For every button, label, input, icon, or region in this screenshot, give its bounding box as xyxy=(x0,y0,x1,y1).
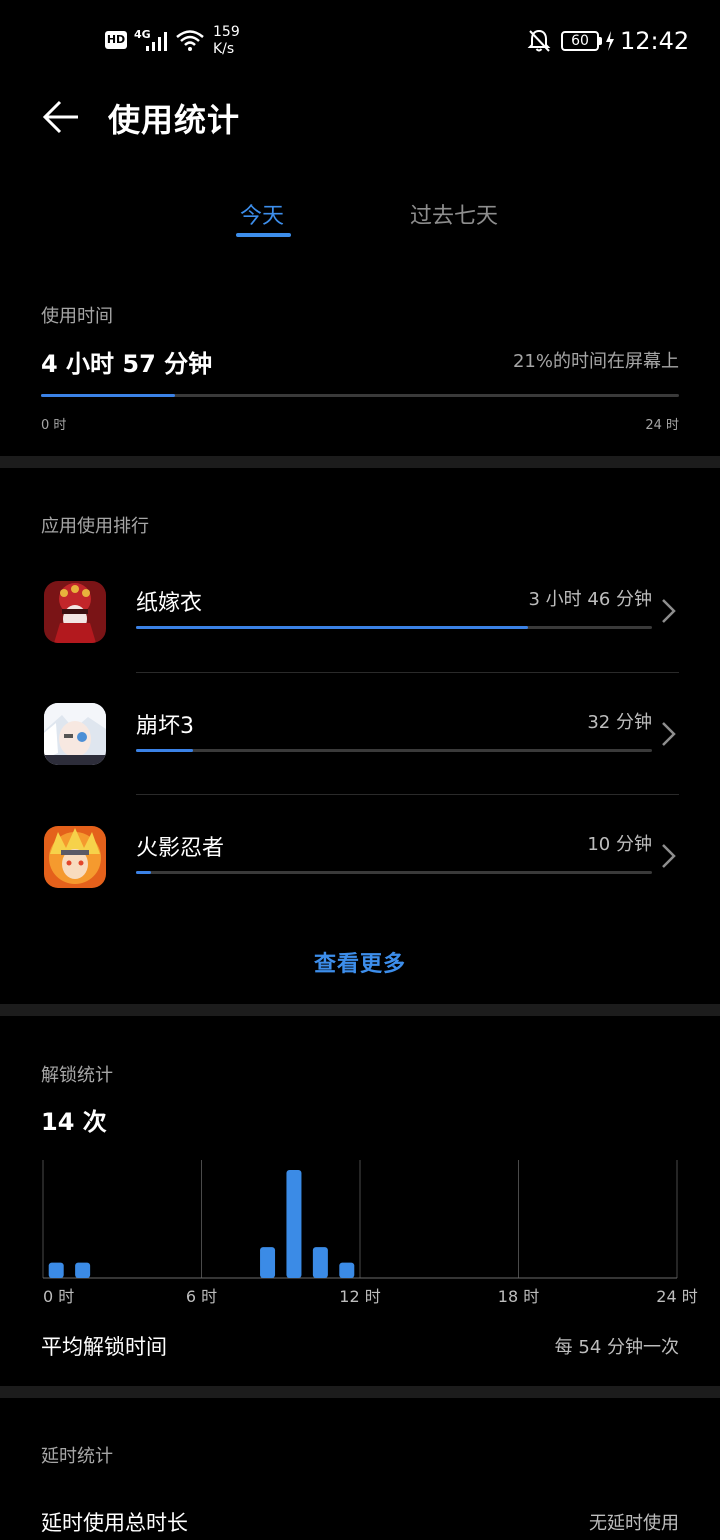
delay-total-label: 延时使用总时长 xyxy=(41,1511,188,1535)
app-progress-fill xyxy=(136,871,152,874)
app-progress-fill xyxy=(136,626,529,629)
app-progress-track xyxy=(136,626,652,629)
app-name: 纸嫁衣 xyxy=(136,591,203,616)
app-progress-track xyxy=(136,871,652,874)
app-row[interactable]: 纸嫁衣 3 小时 46 分钟 xyxy=(0,560,720,673)
chart-x-tick-label: 18 时 xyxy=(498,1287,539,1306)
app-usage-time: 32 分钟 xyxy=(587,712,652,733)
row-divider xyxy=(136,794,679,795)
chart-bar xyxy=(75,1262,91,1278)
unlock-count: 14 次 xyxy=(41,1108,107,1136)
usage-axis-start: 0 时 xyxy=(41,418,67,433)
back-arrow-icon[interactable] xyxy=(40,96,82,138)
status-bar: HD 4G 159 K/s 60 12:42 xyxy=(0,0,720,80)
unlock-section-label: 解锁统计 xyxy=(41,1065,113,1086)
usage-progress-fill xyxy=(41,394,175,397)
wifi-icon xyxy=(176,30,204,51)
usage-progress-track xyxy=(41,394,679,397)
chevron-right-icon xyxy=(662,844,676,868)
chart-bar xyxy=(312,1247,328,1278)
ranking-section-label: 应用使用排行 xyxy=(41,516,149,537)
signal-icon xyxy=(146,32,167,51)
hd-icon: HD xyxy=(105,31,127,49)
chart-x-tick-label: 6 时 xyxy=(186,1287,217,1306)
honkai-app-icon xyxy=(44,703,106,765)
app-row[interactable]: 火影忍者 10 分钟 xyxy=(0,805,720,915)
app-name: 火影忍者 xyxy=(136,836,225,861)
delay-total-value: 无延时使用 xyxy=(589,1513,679,1534)
app-progress-track xyxy=(136,749,652,752)
screen-percent: 21%的时间在屏幕上 xyxy=(512,351,679,372)
app-name: 崩坏3 xyxy=(136,714,194,739)
delay-section-label: 延时统计 xyxy=(41,1446,113,1467)
chart-x-tick-label: 0 时 xyxy=(43,1287,74,1306)
chart-bar xyxy=(286,1170,302,1278)
section-divider xyxy=(0,1386,720,1398)
tab-today[interactable]: 今天 xyxy=(240,198,284,230)
battery-icon: 60 xyxy=(561,31,599,51)
row-divider xyxy=(136,672,679,673)
usage-axis-end: 24 时 xyxy=(645,418,679,433)
net-speed-unit: K/s xyxy=(213,41,235,57)
clock: 12:42 xyxy=(620,27,690,55)
app-usage-time: 10 分钟 xyxy=(587,834,652,855)
charging-icon xyxy=(606,31,614,51)
net-speed: 159 K/s xyxy=(213,24,240,58)
chart-x-tick-label: 12 时 xyxy=(339,1287,380,1306)
section-divider xyxy=(0,456,720,468)
net-speed-value: 159 xyxy=(213,24,240,40)
naruto-app-icon xyxy=(44,826,106,888)
bride-app-icon xyxy=(44,581,106,643)
chart-x-tick-label: 24 时 xyxy=(656,1287,697,1306)
usage-total: 4 小时 57 分钟 xyxy=(41,350,213,378)
app-progress-fill xyxy=(136,749,193,752)
page-title: 使用统计 xyxy=(108,101,241,139)
chart-bar xyxy=(339,1262,355,1278)
bell-muted-icon xyxy=(527,29,551,52)
tab-past-seven-days[interactable]: 过去七天 xyxy=(410,198,498,230)
chevron-right-icon xyxy=(662,599,676,623)
chevron-right-icon xyxy=(662,722,676,746)
usage-section-label: 使用时间 xyxy=(41,306,113,327)
tab-indicator xyxy=(236,233,291,237)
section-divider xyxy=(0,1004,720,1016)
view-more-link[interactable]: 查看更多 xyxy=(0,946,720,978)
app-row[interactable]: 崩坏3 32 分钟 xyxy=(0,683,720,795)
battery-tip xyxy=(599,37,602,45)
avg-unlock-value: 每 54 分钟一次 xyxy=(554,1337,679,1358)
unlock-chart: 0 时 6 时 12 时 18 时 24 时 xyxy=(42,1160,698,1306)
chart-bar xyxy=(260,1247,276,1278)
avg-unlock-label: 平均解锁时间 xyxy=(41,1335,167,1359)
app-usage-time: 3 小时 46 分钟 xyxy=(528,589,652,610)
chart-bar xyxy=(48,1262,64,1278)
